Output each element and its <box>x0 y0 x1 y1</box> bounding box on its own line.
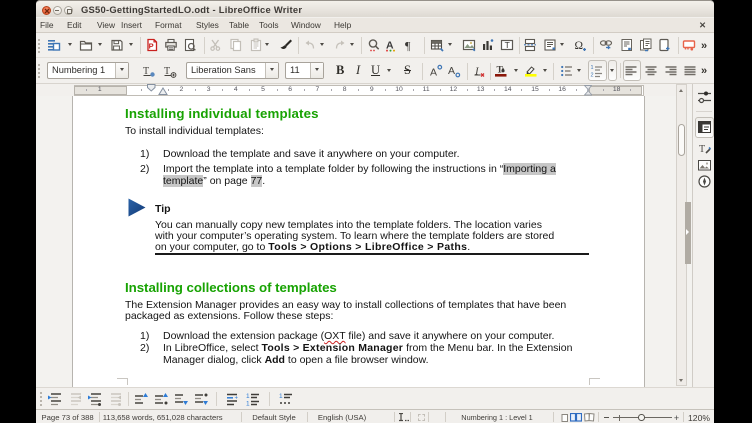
svg-text:A: A <box>448 65 455 77</box>
svg-text:1: 1 <box>246 401 250 407</box>
svg-text:P: P <box>149 41 154 50</box>
svg-text:Ω: Ω <box>575 40 584 52</box>
svg-text:T: T <box>505 40 510 50</box>
svg-text:I: I <box>474 66 480 78</box>
svg-text:¶: ¶ <box>405 39 411 53</box>
svg-text:2: 2 <box>591 73 594 79</box>
svg-text:1: 1 <box>279 393 283 400</box>
svg-text:1: 1 <box>246 393 250 400</box>
svg-text:1: 1 <box>591 65 594 71</box>
svg-text:T: T <box>699 144 705 155</box>
svg-text:A: A <box>430 67 437 79</box>
svg-text:+: + <box>235 396 239 402</box>
